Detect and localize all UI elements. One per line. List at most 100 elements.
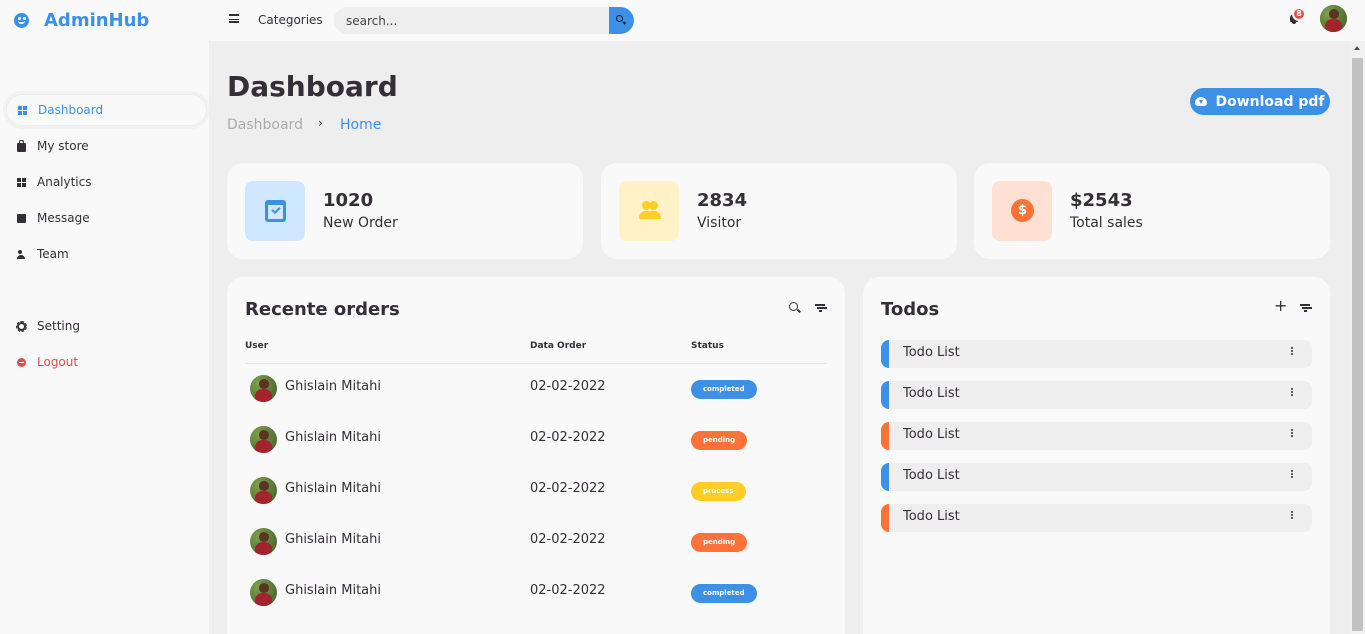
table-row[interactable]: Ghislain Mitahi 02-02-2022 completed [245,579,827,630]
filter-icon[interactable] [1300,304,1312,312]
avatar-image [250,375,277,402]
avatar [250,375,277,402]
bag-icon [17,139,26,152]
filter-icon[interactable] [815,304,827,312]
avatar-image [250,579,277,606]
search-form [334,7,634,34]
panel-title: Todos [881,299,940,320]
todo-item[interactable]: Todo List [881,340,1312,368]
avatar [250,528,277,555]
cloud-download-icon [1195,97,1208,106]
more-vertical-icon[interactable] [1291,429,1293,431]
sidebar-item-setting[interactable]: Setting [0,308,209,344]
todo-item[interactable]: Todo List [881,504,1312,532]
status-badge: pending [691,431,748,450]
sidebar-item-message[interactable]: Message [0,200,209,236]
todo-item[interactable]: Todo List [881,422,1312,450]
user-name: Ghislain Mitahi [285,481,382,496]
sidebar-item-my-store[interactable]: My store [0,128,209,164]
stat-value: $2543 [1070,190,1133,211]
sidebar-item-label: Message [37,211,90,225]
todos-panel: Todos + Todo List Todo List Todo List To… [863,277,1330,634]
search-input[interactable] [346,7,606,34]
todo-item[interactable]: Todo List [881,381,1312,409]
stat-value: 2834 [697,190,748,211]
stat-label: Visitor [697,215,742,231]
side-menu-top: Dashboard My store Analytics Message Tea… [0,92,209,272]
sidebar-link-logout[interactable]: Logout [6,346,209,378]
search-icon[interactable] [789,302,798,311]
sidebar-link-message[interactable]: Message [6,202,209,234]
logout-icon [17,357,26,367]
breadcrumb-dashboard[interactable]: Dashboard [227,117,303,133]
user-name: Ghislain Mitahi [285,379,382,394]
side-menu-bottom: Setting Logout [0,308,209,380]
status-badge: pending [691,533,748,552]
todo-status-bar [881,340,889,368]
table-row[interactable]: Ghislain Mitahi 02-02-2022 pending [245,528,827,579]
sidebar-link-analytics[interactable]: Analytics [6,166,209,198]
download-pdf-button[interactable]: Download pdf [1190,88,1330,115]
column-header-status: Status [691,341,724,351]
navbar-content: Categories 8 [0,0,1365,41]
scrollbar-thumb[interactable] [1352,58,1363,631]
more-vertical-icon[interactable] [1291,511,1293,513]
sidebar-item-logout[interactable]: Logout [0,344,209,380]
sidebar-link-dashboard[interactable]: Dashboard [6,94,207,126]
stat-label: Total sales [1070,215,1143,231]
dollar-icon: $ [1011,199,1034,222]
recent-orders-panel: Recente orders User Data Order Status Gh… [227,277,845,634]
sidebar-link-my-store[interactable]: My store [6,130,209,162]
profile-avatar[interactable] [1320,5,1347,32]
sidebar-item-label: Dashboard [38,103,104,117]
sidebar-link-team[interactable]: Team [6,238,209,270]
table-row[interactable]: Ghislain Mitahi 02-02-2022 pending [245,426,827,477]
status-badge: completed [691,380,757,399]
stat-label: New Order [323,215,398,231]
sidebar: AdminHub Dashboard My store Analytics Me… [0,0,209,634]
message-icon [17,213,26,223]
stat-card-visitor: 2834 Visitor [601,163,957,259]
sidebar-item-label: Analytics [37,175,92,189]
breadcrumb-home[interactable]: Home [340,117,381,133]
download-pdf-label: Download pdf [1215,93,1325,110]
search-button[interactable] [609,7,634,34]
more-vertical-icon[interactable] [1291,470,1293,472]
sidebar-item-analytics[interactable]: Analytics [0,164,209,200]
todo-item[interactable]: Todo List [881,463,1312,491]
todo-status-bar [881,463,889,491]
column-header-date: Data Order [530,341,587,351]
column-header-user: User [245,341,269,351]
sidebar-item-dashboard[interactable]: Dashboard [0,92,209,128]
avatar-image [250,528,277,555]
table-row[interactable]: Ghislain Mitahi 02-02-2022 process [245,477,827,528]
user-name: Ghislain Mitahi [285,430,382,445]
nav-link-categories[interactable]: Categories [258,13,323,27]
stat-icon-tile [619,181,679,241]
chevron-right-icon: › [318,116,323,130]
avatar-image [1320,5,1347,32]
stat-icon-tile: $ [992,181,1052,241]
user-name: Ghislain Mitahi [285,583,382,598]
order-date: 02-02-2022 [530,532,606,547]
panel-title: Recente orders [245,299,400,320]
todo-label: Todo List [903,509,960,524]
order-date: 02-02-2022 [530,379,606,394]
avatar [250,477,277,504]
scrollbar[interactable] [1350,41,1365,634]
sidebar-item-label: My store [37,139,89,153]
todo-label: Todo List [903,427,960,442]
page-title: Dashboard [227,70,398,103]
sidebar-item-team[interactable]: Team [0,236,209,272]
sidebar-link-setting[interactable]: Setting [6,310,209,342]
plus-icon[interactable]: + [1274,298,1287,314]
scroll-up-arrow-icon[interactable] [1354,46,1360,50]
calendar-check-icon [265,200,286,222]
todo-status-bar [881,504,889,532]
sidebar-item-label: Logout [37,355,79,369]
more-vertical-icon[interactable] [1291,347,1293,349]
table-row[interactable]: Ghislain Mitahi 02-02-2022 completed [245,375,827,426]
hamburger-icon[interactable] [229,14,239,23]
more-vertical-icon[interactable] [1291,388,1293,390]
order-date: 02-02-2022 [530,430,606,445]
